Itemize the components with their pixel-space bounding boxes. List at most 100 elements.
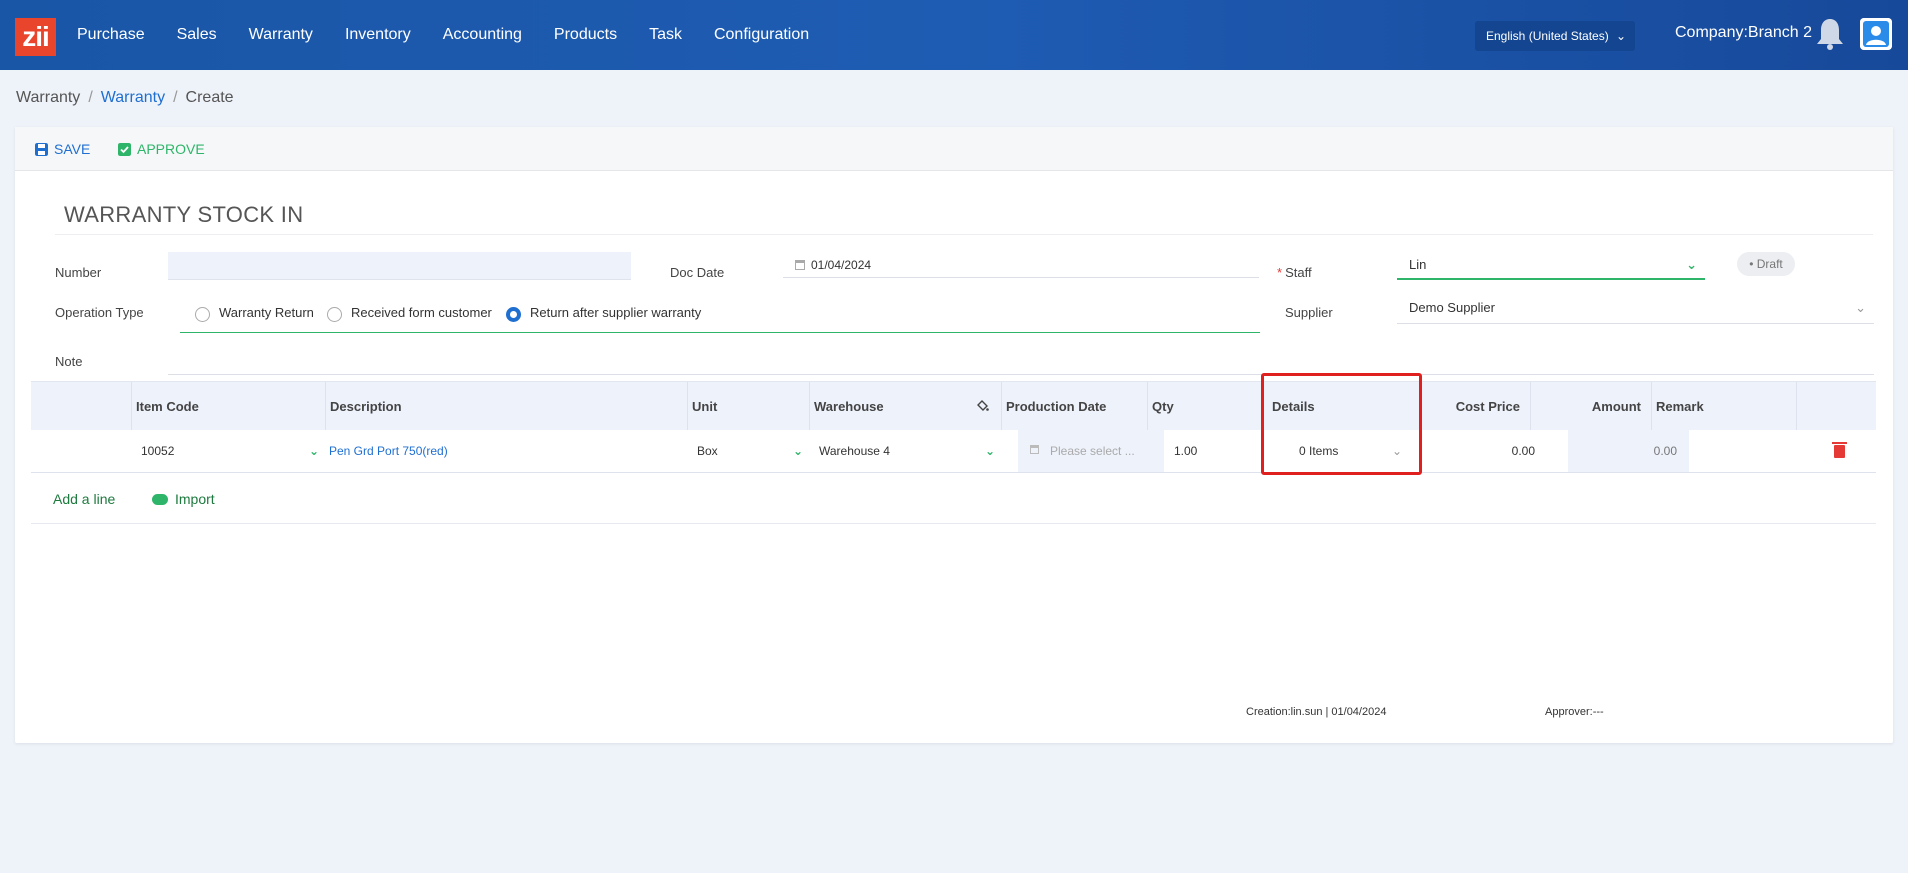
delete-row-trash-icon[interactable] [1832,442,1847,458]
radio-circle-icon [195,307,210,322]
table-header: Item Code Description Unit Warehouse Pro… [31,381,1876,431]
cost-price-field[interactable]: 0.00 [1426,430,1547,472]
supplier-select[interactable]: Demo Supplier ⌄ [1397,294,1874,324]
table-row[interactable]: 10052 ⌄ Pen Grd Port 750(red) Box ⌄ Ware… [31,430,1876,473]
radio-label: Return after supplier warranty [530,305,702,320]
chevron-down-icon: ⌄ [1855,300,1866,315]
details-select[interactable]: 0 Items ⌄ [1278,430,1418,472]
note-label: Note [55,354,83,369]
note-field[interactable] [168,345,1874,375]
item-code-select[interactable]: 10052 ⌄ [131,430,325,472]
nav-warranty[interactable]: Warranty [249,26,313,44]
col-remark: Remark [1651,382,1796,431]
production-date-field[interactable]: Please select ... [1018,430,1164,472]
status-badge: • Draft [1737,252,1795,276]
save-icon [35,142,48,156]
breadcrumb-separator: / [173,89,178,106]
col-cost-price: Cost Price [1455,399,1520,414]
approver-info: Approver:--- [1545,706,1604,718]
col-qty: Qty [1147,382,1261,431]
doc-date-field[interactable]: 01/04/2024 [783,252,1259,278]
approve-button[interactable]: APPROVE [118,141,205,157]
table-actions: Add a line Import [31,473,1876,524]
radio-received-form-customer[interactable]: Received form customer [327,305,492,322]
top-navigation-bar: zii Purchase Sales Warranty Inventory Ac… [0,0,1908,70]
col-item-code: Item Code [131,382,325,431]
chevron-down-icon: ⌄ [1391,444,1402,458]
paint-bucket-icon[interactable] [976,399,989,412]
breadcrumb-warranty-link[interactable]: Warranty [101,89,165,106]
remark-field[interactable] [1689,430,1834,472]
add-line-button[interactable]: Add a line [53,491,115,507]
production-date-placeholder: Please select ... [1050,444,1135,458]
chevron-down-icon: ⌄ [1615,29,1626,43]
user-avatar-icon[interactable] [1860,18,1892,50]
supplier-label: Supplier [1285,305,1333,320]
amount-value: 0.00 [1568,430,1689,472]
number-label: Number [55,265,102,280]
radio-label: Received form customer [351,305,492,320]
chevron-down-icon: ⌄ [792,444,803,458]
operation-type-label: Operation Type [55,305,144,320]
chevron-down-icon: ⌄ [308,444,319,458]
chevron-down-icon: ⌄ [1686,257,1697,272]
radio-circle-icon [327,307,342,322]
unit-select[interactable]: Box ⌄ [687,430,809,472]
nav-configuration[interactable]: Configuration [714,26,809,44]
col-description: Description [325,382,687,431]
save-button[interactable]: SAVE [35,141,90,157]
creation-info: Creation:lin.sun | 01/04/2024 [1246,706,1387,718]
warehouse-value: Warehouse 4 [819,444,890,458]
details-value: 0 Items [1299,444,1339,458]
import-label: Import [175,491,215,507]
radio-selected-icon [506,307,521,322]
col-unit: Unit [687,382,809,431]
nav-purchase[interactable]: Purchase [77,26,145,44]
staff-label-text: Staff [1285,265,1312,280]
main-nav: Purchase Sales Warranty Inventory Accoun… [77,0,841,70]
col-actions [1796,382,1876,431]
doc-date-value: 01/04/2024 [811,258,872,272]
zii-logo[interactable]: zii [15,18,56,56]
import-button[interactable]: Import [152,491,215,507]
chevron-down-icon: ⌄ [984,444,995,458]
qty-field[interactable]: 1.00 [1164,430,1278,472]
items-table: Item Code Description Unit Warehouse Pro… [31,381,1876,524]
warehouse-select[interactable]: Warehouse 4 ⌄ [809,430,1001,472]
page-title: WARRANTY STOCK IN [64,202,304,227]
doc-date-label: Doc Date [670,265,725,280]
breadcrumb-current: Create [185,89,234,106]
supplier-value: Demo Supplier [1409,300,1495,315]
radio-warranty-return[interactable]: Warranty Return [195,305,314,322]
breadcrumb: Warranty / Warranty / Create [16,89,234,107]
col-warehouse: Warehouse [809,382,1001,431]
description-link[interactable]: Pen Grd Port 750(red) [325,430,687,472]
nav-sales[interactable]: Sales [177,26,217,44]
radio-return-after-supplier-warranty[interactable]: Return after supplier warranty [506,305,702,322]
language-select[interactable]: English (United States) ⌄ [1475,21,1635,51]
number-field[interactable] [168,252,631,280]
nav-accounting[interactable]: Accounting [443,26,522,44]
save-label: SAVE [54,141,91,157]
col-handle [31,382,131,431]
calendar-icon [795,260,805,270]
cloud-upload-icon [152,493,168,505]
col-amount: Amount [1530,382,1651,431]
nav-task[interactable]: Task [649,26,682,44]
staff-select[interactable]: Lin ⌄ [1397,252,1705,280]
breadcrumb-root[interactable]: Warranty [16,89,80,106]
title-divider [55,234,1873,235]
nav-products[interactable]: Products [554,26,617,44]
operation-type-radio-group: Warranty Return Received form customer R… [180,299,1260,333]
staff-label: * Staff [1277,265,1312,280]
col-details: Details [1261,382,1409,431]
unit-value: Box [697,444,718,458]
item-code-value: 10052 [141,444,175,458]
form-toolbar: SAVE APPROVE [15,127,1893,171]
staff-value: Lin [1409,257,1427,272]
breadcrumb-separator: / [88,89,93,106]
company-name[interactable]: Company:Branch 2 [1675,24,1812,42]
bell-icon[interactable] [1815,17,1845,51]
approve-label: APPROVE [137,141,205,157]
nav-inventory[interactable]: Inventory [345,26,411,44]
